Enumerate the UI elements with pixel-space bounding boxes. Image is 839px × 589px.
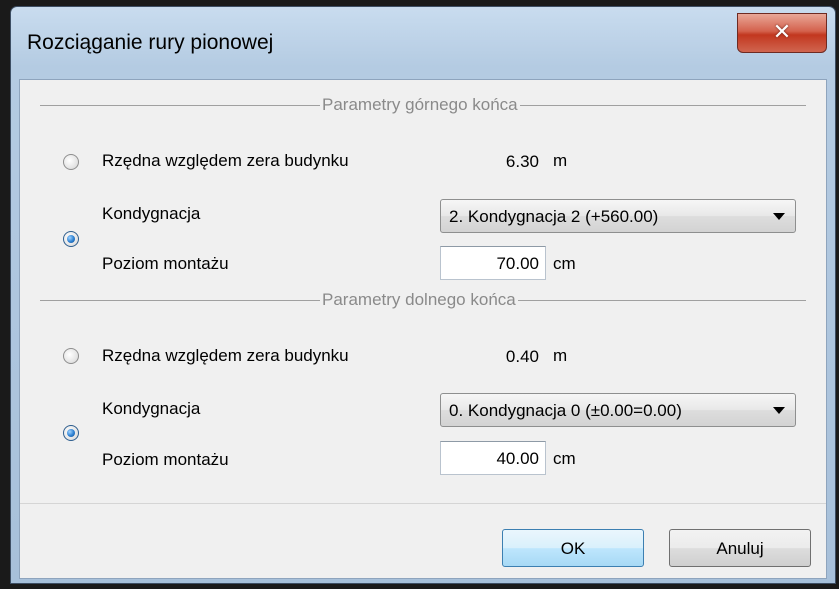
cancel-button[interactable]: Anuluj xyxy=(669,529,811,567)
top-mount-input[interactable]: 70.00 xyxy=(440,246,546,280)
top-mount-unit: cm xyxy=(553,254,576,273)
bottom-elevation-field: 0.40 xyxy=(440,339,546,373)
top-storey-value: 2. Kondygnacja 2 (+560.00) xyxy=(449,207,659,226)
close-icon: ✕ xyxy=(772,19,792,44)
bottom-storey-value: 0. Kondygnacja 0 (±0.00=0.00) xyxy=(449,401,682,420)
bottom-section-label: Parametry dolnego końca xyxy=(320,290,518,310)
top-elevation-unit: m xyxy=(553,151,568,170)
bottom-elevation-label: Rzędna względem zera budynku xyxy=(102,346,349,365)
ok-button[interactable]: OK xyxy=(502,529,644,567)
top-elevation-field: 6.30 xyxy=(440,144,546,178)
top-storey-label: Kondygnacja xyxy=(102,204,201,223)
bottom-elevation-unit: m xyxy=(553,346,568,365)
dialog-window: Rozciąganie rury pionowej ✕ Parametry gó… xyxy=(10,6,836,584)
footer-separator xyxy=(20,503,826,504)
top-storey-radio[interactable] xyxy=(63,231,79,247)
top-elevation-radio[interactable] xyxy=(63,154,79,170)
bottom-elevation-radio[interactable] xyxy=(63,348,79,364)
bottom-mount-unit: cm xyxy=(553,449,576,468)
title-bar[interactable]: Rozciąganie rury pionowej ✕ xyxy=(11,7,835,79)
top-elevation-label: Rzędna względem zera budynku xyxy=(102,151,349,170)
window-title: Rozciąganie rury pionowej xyxy=(27,31,274,54)
bottom-mount-label: Poziom montażu xyxy=(102,450,229,469)
top-storey-dropdown[interactable]: 2. Kondygnacja 2 (+560.00) xyxy=(440,199,796,233)
chevron-down-icon xyxy=(773,407,785,414)
bottom-storey-label: Kondygnacja xyxy=(102,399,201,418)
bottom-storey-dropdown[interactable]: 0. Kondygnacja 0 (±0.00=0.00) xyxy=(440,393,796,427)
bottom-storey-radio[interactable] xyxy=(63,425,79,441)
dialog-body: Parametry górnego końca Rzędna względem … xyxy=(19,79,827,579)
top-mount-label: Poziom montażu xyxy=(102,254,229,273)
close-button[interactable]: ✕ xyxy=(737,13,827,53)
bottom-mount-input[interactable]: 40.00 xyxy=(440,441,546,475)
top-section-label: Parametry górnego końca xyxy=(320,95,520,115)
chevron-down-icon xyxy=(773,213,785,220)
